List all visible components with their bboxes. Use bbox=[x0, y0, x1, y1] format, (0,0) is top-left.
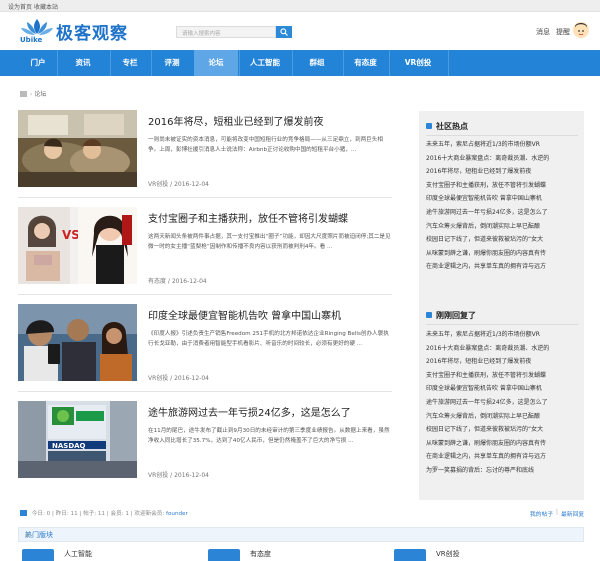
collapse-icon[interactable]: ▲ bbox=[25, 531, 577, 538]
nav-item-forum[interactable]: 论坛 bbox=[194, 50, 238, 76]
article-thumbnail[interactable] bbox=[18, 110, 137, 187]
board-name[interactable]: VR创投 bbox=[436, 549, 460, 559]
board-item[interactable]: 有态度 bbox=[208, 547, 388, 561]
lotus-logo-icon bbox=[21, 19, 53, 35]
article-title[interactable]: 支付宝圈子和主播获刑，放任不管将引发蝴蝶 bbox=[148, 210, 348, 225]
recent-reply-link[interactable]: 汽车众筹火爆背后，倒闭潮实际上早已酝酿 bbox=[426, 410, 580, 424]
main-nav: 门户 资讯 专栏 评测 论坛 人工智能 群组 有态度 VR创投 bbox=[0, 50, 600, 76]
article-summary: 《印度人报》引述负责生产销售Freedom 251手机的北方邦诺依达企业Ring… bbox=[148, 331, 389, 347]
hot-boards-header: 热门版块 ▲ bbox=[18, 527, 584, 542]
stat-posts: 帖子: 11 bbox=[83, 511, 106, 517]
hot-topic-link[interactable]: 从咪蒙到薛之谦，刷爆你朋友圈的内容真有传 bbox=[426, 247, 580, 261]
forum-stats: 今日: 0 | 昨日: 11 | 帖子: 11 | 会员: 1 | 欢迎新会员:… bbox=[20, 509, 188, 517]
article-summary: 在11月的尾巴，途牛发布了截止到9月30日的未经审计的第三季度业绩报告。从数据上… bbox=[148, 428, 390, 444]
nav-item-groups[interactable]: 群组 bbox=[292, 50, 342, 76]
top-strip: 设为首页 收藏本站 bbox=[0, 0, 600, 12]
stat-members: 会员: 1 bbox=[110, 511, 129, 517]
stat-yesterday: 昨日: 11 bbox=[55, 511, 78, 517]
sidebar: 社区热点 未来五年，索尼占据将近1/3的市场份额VR 2016十大商业暴案盘点：… bbox=[419, 111, 584, 500]
article-thumbnail[interactable] bbox=[18, 304, 137, 381]
reminders-link[interactable]: 提醒 bbox=[556, 27, 570, 37]
search-icon bbox=[280, 28, 288, 36]
bookmark-link[interactable]: 收藏本站 bbox=[34, 2, 58, 11]
board-icon bbox=[394, 549, 426, 561]
nav-item-news[interactable]: 资讯 bbox=[57, 50, 109, 76]
svg-text:VS: VS bbox=[62, 228, 80, 242]
bullet-icon bbox=[426, 312, 432, 318]
recent-reply-link[interactable]: 2016年将尽，短租业已经到了爆发前夜 bbox=[426, 355, 580, 369]
article-item: 印度全球最便宜智能机告吹 曾拿中国山寨机 《印度人报》引述负责生产销售Freed… bbox=[18, 304, 392, 398]
hot-topic-link[interactable]: 途牛旅游网过去一年亏损24亿多，这是怎么了 bbox=[426, 206, 580, 220]
svg-text:NASDAQ: NASDAQ bbox=[52, 442, 86, 450]
article-summary: 一则尚未被证实的资本消息，可能将改变中国短租行业的竞争格局——从三足鼎立，到两巨… bbox=[148, 137, 383, 153]
board-icon bbox=[208, 549, 240, 561]
hot-topic-link[interactable]: 在商业逻辑之内，共享单车真的拥有诗与远方 bbox=[426, 260, 580, 274]
avatar-face-icon bbox=[573, 22, 589, 38]
article-item: VS 支付宝圈子和主播获刑，放任不管将引发蝴蝶 这两天新闻头条被两件事占据，其一… bbox=[18, 207, 392, 301]
article-item: NASDAQ 途牛旅游网过去一年亏损24亿多，这是怎么了 在11月的尾巴，途牛发… bbox=[18, 401, 392, 495]
messages-link[interactable]: 消息 bbox=[536, 27, 550, 37]
latest-replies-link[interactable]: 最新回复 bbox=[561, 509, 584, 518]
bullet-icon bbox=[426, 123, 432, 129]
article-item: 2016年将尽，短租业已经到了爆发前夜 一则尚未被证实的资本消息，可能将改变中国… bbox=[18, 110, 392, 204]
site-header: Ubike 极客观察 请输入搜索内容 消息 提醒 bbox=[0, 12, 600, 50]
recent-reply-link[interactable]: 为罗一笑募捐的背后：忘讨的尊严和底线 bbox=[426, 464, 580, 478]
nav-item-attitude[interactable]: 有态度 bbox=[343, 50, 388, 76]
nav-item-column[interactable]: 专栏 bbox=[110, 50, 150, 76]
brand-name-cn: 极客观察 bbox=[56, 24, 128, 44]
avatar[interactable] bbox=[573, 22, 589, 38]
recent-reply-link[interactable]: 途牛旅游网过去一年亏损24亿多，这是怎么了 bbox=[426, 396, 580, 410]
site-logo[interactable]: Ubike 极客观察 bbox=[20, 17, 130, 45]
sidebar-hot-title: 社区热点 bbox=[426, 121, 468, 132]
board-icon bbox=[22, 549, 54, 561]
stat-welcome: 欢迎新会员: bbox=[134, 511, 167, 517]
search-input[interactable]: 请输入搜索内容 bbox=[176, 26, 276, 38]
nav-item-vr[interactable]: VR创投 bbox=[389, 50, 447, 76]
article-title[interactable]: 印度全球最便宜智能机告吹 曾拿中国山寨机 bbox=[148, 307, 341, 322]
hot-topic-link[interactable]: 支付宝圈子和主播获刑，放任不管将引发蝴蝶 bbox=[426, 179, 580, 193]
nav-item-ai[interactable]: 人工智能 bbox=[239, 50, 291, 76]
article-meta: 有态度 / 2016-12-04 bbox=[148, 278, 207, 285]
hot-topic-link[interactable]: 2016年将尽，短租业已经到了爆发前夜 bbox=[426, 165, 580, 179]
recent-reply-link[interactable]: 支付宝圈子和主播获刑，放任不管将引发蝴蝶 bbox=[426, 369, 580, 383]
set-home-link[interactable]: 设为首页 bbox=[8, 2, 32, 11]
board-name[interactable]: 人工智能 bbox=[64, 549, 92, 559]
nav-item-portal[interactable]: 门户 bbox=[20, 50, 56, 76]
recent-reply-link[interactable]: 校园日记下线了，但道来彼救被玷污的“女大 bbox=[426, 423, 580, 437]
board-name[interactable]: 有态度 bbox=[250, 549, 271, 559]
breadcrumb-current[interactable]: 论坛 bbox=[34, 91, 46, 98]
recent-replies-list: 未来五年，索尼占据将近1/3的市场份额VR 2016十大商业暴案盘点：离奇裁员潮… bbox=[426, 328, 580, 478]
board-item[interactable]: 人工智能 bbox=[22, 547, 202, 561]
hot-topic-link[interactable]: 未来五年，索尼占据将近1/3的市场份额VR bbox=[426, 138, 580, 152]
nav-item-review[interactable]: 评测 bbox=[151, 50, 193, 76]
sidebar-reply-title: 刚刚回复了 bbox=[426, 310, 476, 321]
article-summary: 这两天新闻头条被两件事占据，其一支付宝推出“圈子”功能，却因大尺度照片而被迫闭停… bbox=[148, 234, 391, 250]
article-title[interactable]: 途牛旅游网过去一年亏损24亿多，这是怎么了 bbox=[148, 404, 351, 419]
stat-today: 今日: 0 bbox=[31, 511, 51, 517]
recent-reply-link[interactable]: 2016十大商业暴案盘点：离奇裁员潮、水逆的 bbox=[426, 342, 580, 356]
home-icon[interactable] bbox=[20, 91, 27, 97]
hot-topic-link[interactable]: 校园日记下线了，但道来彼救被玷污的“女大 bbox=[426, 233, 580, 247]
article-title[interactable]: 2016年将尽，短租业已经到了爆发前夜 bbox=[148, 113, 323, 128]
new-member-link[interactable]: founder bbox=[166, 511, 188, 517]
search-button[interactable] bbox=[276, 26, 292, 38]
hot-topic-link[interactable]: 印度全球最便宜智能机告吹 曾拿中国山寨机 bbox=[426, 192, 580, 206]
recent-reply-link[interactable]: 在商业逻辑之内，共享单车真的拥有诗与远方 bbox=[426, 450, 580, 464]
hot-topic-link[interactable]: 2016十大商业暴案盘点：离奇裁员潮、水逆的 bbox=[426, 152, 580, 166]
my-posts-link[interactable]: 我的帖子 bbox=[530, 509, 553, 518]
recent-reply-link[interactable]: 印度全球最便宜智能机告吹 曾拿中国山寨机 bbox=[426, 382, 580, 396]
hot-topics-list: 未来五年，索尼占据将近1/3的市场份额VR 2016十大商业暴案盘点：离奇裁员潮… bbox=[426, 138, 580, 274]
brand-name-en: Ubike bbox=[20, 36, 43, 44]
article-meta: VR创投 / 2016-12-04 bbox=[148, 375, 209, 382]
hot-topic-link[interactable]: 汽车众筹火爆背后，倒闭潮实际上早已酝酿 bbox=[426, 220, 580, 234]
board-item[interactable]: VR创投 bbox=[394, 547, 574, 561]
recent-reply-link[interactable]: 从咪蒙到薛之谦，刷爆你朋友圈的内容真有传 bbox=[426, 437, 580, 451]
article-thumbnail[interactable]: VS bbox=[18, 207, 137, 284]
breadcrumb: › 论坛 bbox=[20, 89, 46, 98]
stats-icon bbox=[20, 510, 27, 516]
article-meta: VR创投 / 2016-12-04 bbox=[148, 181, 209, 188]
article-meta: VR创投 / 2016-12-04 bbox=[148, 472, 209, 479]
recent-reply-link[interactable]: 未来五年，索尼占据将近1/3的市场份额VR bbox=[426, 328, 580, 342]
article-thumbnail[interactable]: NASDAQ bbox=[18, 401, 137, 478]
